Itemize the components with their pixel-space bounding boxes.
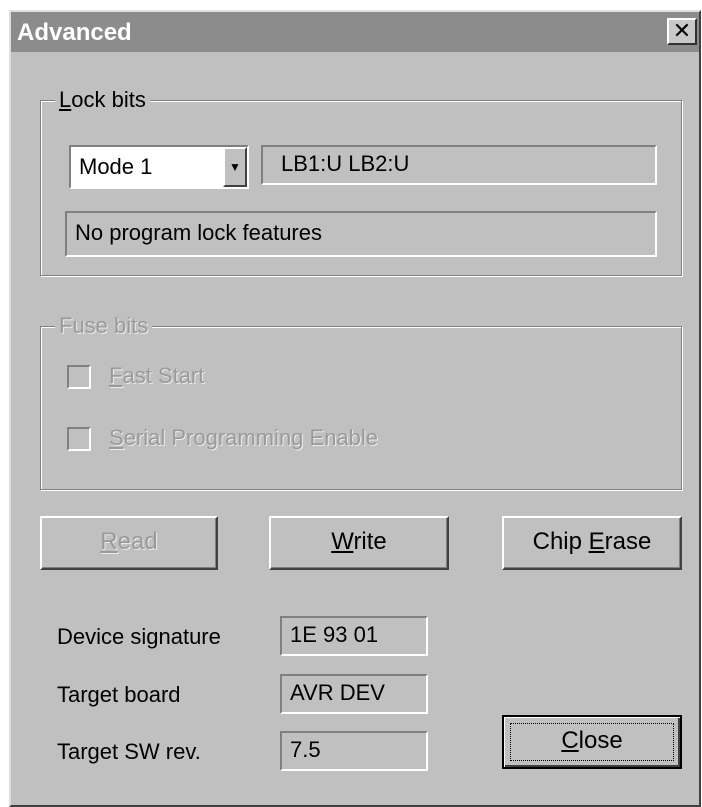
fast-start-checkbox[interactable]: Fast Start xyxy=(67,361,367,391)
window-title: Advanced xyxy=(17,19,132,46)
fuse-bits-group: Fuse bits Fast Start Serial Programming … xyxy=(40,313,682,490)
lock-bits-value: LB1:U LB2:U xyxy=(281,151,410,176)
serial-programming-checkbox[interactable]: Serial Programming Enable xyxy=(67,423,487,453)
read-button[interactable]: Read xyxy=(40,516,218,570)
target-board-label: Target board xyxy=(57,682,181,707)
device-signature-value: 1E 93 01 xyxy=(290,622,379,647)
lock-mode-value: Mode 1 xyxy=(79,154,153,179)
lock-bits-legend: Lock bits xyxy=(55,87,150,113)
lock-description: No program lock features xyxy=(65,211,657,257)
serial-programming-box[interactable] xyxy=(67,427,91,451)
target-sw-rev-value: 7.5 xyxy=(290,737,321,762)
chevron-down-icon[interactable]: ▼ xyxy=(223,147,247,187)
target-sw-rev-field: 7.5 xyxy=(280,731,428,771)
close-icon[interactable]: ✕ xyxy=(667,18,697,45)
target-sw-rev-label: Target SW rev. xyxy=(57,739,201,764)
advanced-dialog: Advanced ✕ Lock bits Mode 1 ▼ LB1:U LB2:… xyxy=(9,10,701,807)
fast-start-box[interactable] xyxy=(67,365,91,389)
lock-mode-select[interactable]: Mode 1 ▼ xyxy=(69,145,249,189)
device-signature-field: 1E 93 01 xyxy=(280,616,428,656)
lock-bits-display: LB1:U LB2:U xyxy=(261,145,657,185)
serial-programming-label: Serial Programming Enable xyxy=(109,425,379,450)
target-board-value: AVR DEV xyxy=(290,680,385,705)
title-bar[interactable]: Advanced ✕ xyxy=(11,12,699,52)
target-board-field: AVR DEV xyxy=(280,674,428,714)
fuse-bits-legend: Fuse bits xyxy=(55,313,153,339)
lock-bits-group: Lock bits Mode 1 ▼ LB1:U LB2:U No progra… xyxy=(40,87,682,276)
device-signature-label: Device signature xyxy=(57,624,221,649)
lock-description-text: No program lock features xyxy=(75,220,322,245)
write-button[interactable]: Write xyxy=(269,516,449,570)
close-button[interactable]: Close xyxy=(502,715,682,769)
chip-erase-button[interactable]: Chip Erase xyxy=(502,516,682,570)
focus-ring xyxy=(510,723,674,761)
fast-start-label: Fast Start xyxy=(109,363,205,388)
